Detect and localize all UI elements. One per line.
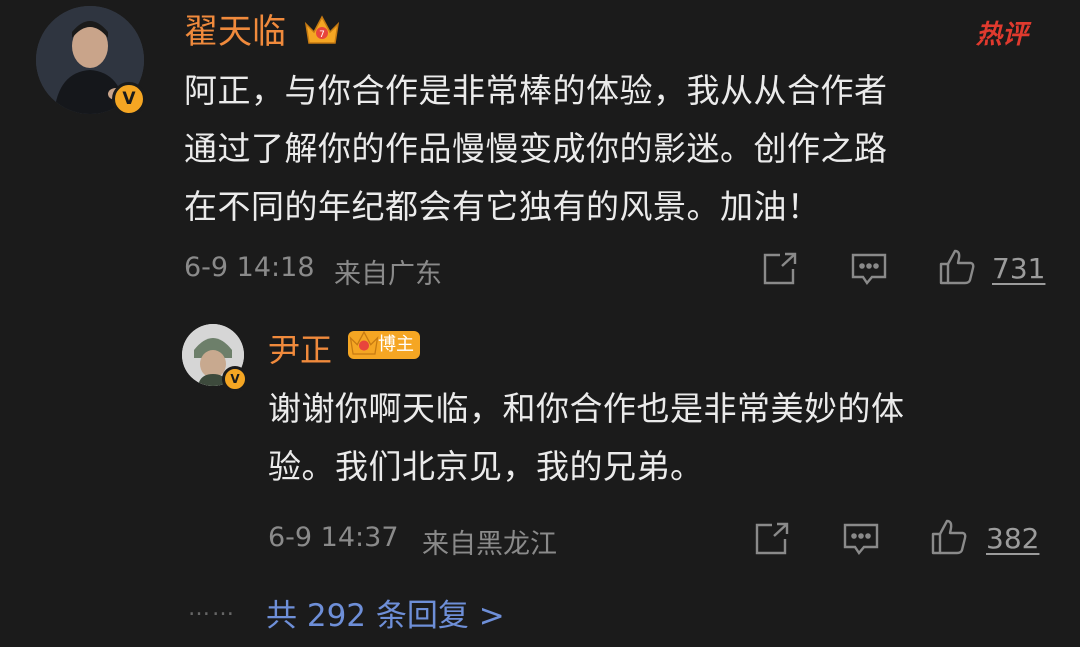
like-icon[interactable]	[930, 518, 968, 556]
reply-text-line: 谢谢你啊天临，和你合作也是非常美妙的体	[268, 389, 905, 428]
more-replies-link[interactable]: 共 292 条回复 >	[266, 590, 505, 635]
comment-timestamp: 6-9 14:18	[184, 252, 315, 283]
comment-text-line: 通过了解你的作品慢慢变成你的影迷。创作之路	[184, 129, 888, 168]
reply-location: 来自黑龙江	[422, 529, 557, 560]
share-icon[interactable]	[754, 522, 790, 556]
reply-text-line: 验。我们北京见，我的兄弟。	[268, 447, 704, 486]
comment-text-line: 阿正，与你合作是非常棒的体验，我从从合作者	[184, 71, 888, 110]
verified-icon: V	[112, 82, 146, 116]
comment-text-line: 在不同的年纪都会有它独有的风景。加油！	[184, 187, 821, 226]
comment-location: 来自广东	[334, 259, 442, 290]
reply-timestamp: 6-9 14:37	[268, 522, 399, 553]
reply-author[interactable]: 尹正	[268, 330, 332, 370]
like-icon[interactable]	[938, 248, 976, 286]
share-icon[interactable]	[762, 252, 798, 286]
like-count[interactable]: 731	[992, 252, 1045, 285]
blogger-badge: 博主	[348, 330, 420, 359]
like-count[interactable]: 382	[986, 522, 1039, 555]
hot-comment-badge: 热评	[976, 20, 1029, 50]
comment-icon[interactable]	[850, 252, 888, 286]
comment-author[interactable]: 翟天临	[184, 12, 286, 52]
verified-icon: V	[222, 366, 248, 392]
comment-icon[interactable]	[842, 522, 880, 556]
more-replies-dots: ……	[188, 596, 236, 621]
svg-text:7: 7	[319, 30, 325, 40]
crown-icon	[349, 330, 379, 355]
crown-icon: 7	[303, 12, 341, 52]
